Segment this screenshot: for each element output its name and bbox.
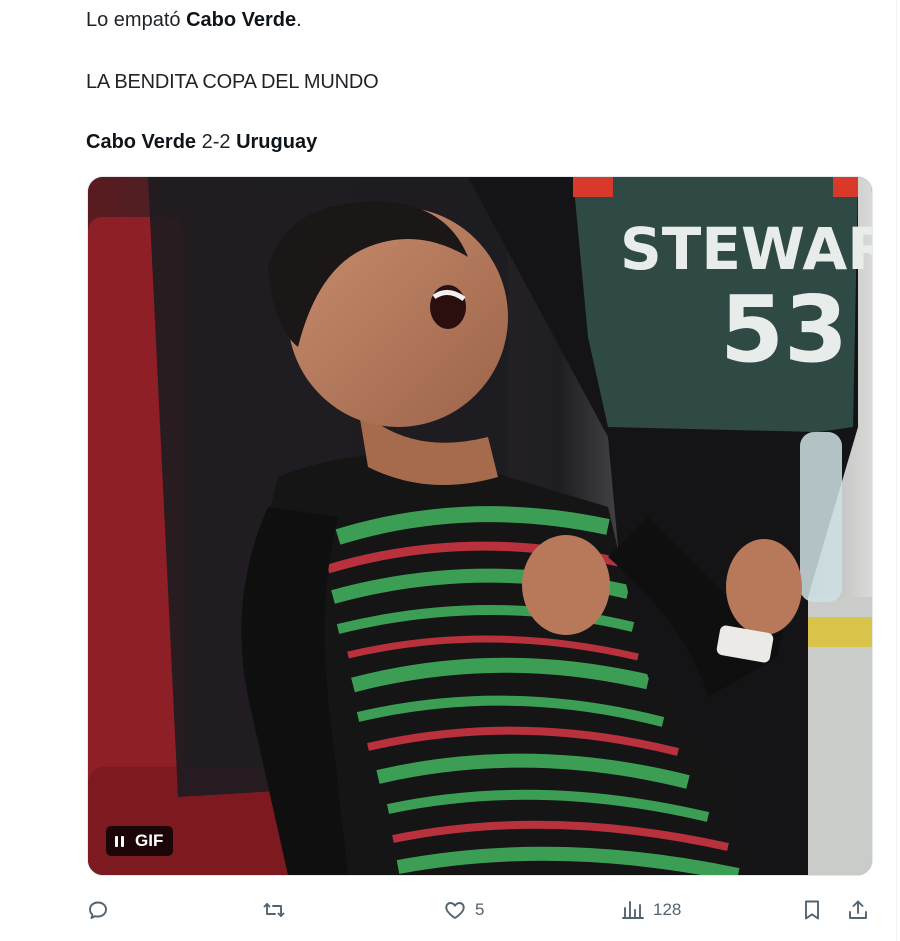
views-button[interactable]: 128 [621, 892, 681, 928]
tweet-text-line-2: LA BENDITA COPA DEL MUNDO [86, 71, 379, 93]
water-bottle [800, 432, 842, 602]
vest-text: STEWAR [620, 215, 872, 283]
share-button[interactable] [846, 892, 870, 928]
tweet-text-line-1: Lo empató Cabo Verde. [86, 9, 302, 31]
mention-cabo-verde: Cabo Verde [186, 9, 297, 31]
score-value: 2-2 [196, 131, 237, 153]
bookmark-icon [805, 900, 819, 920]
views-count: 128 [653, 900, 682, 919]
like-count: 5 [475, 900, 485, 919]
heart-icon [445, 902, 465, 919]
reply-button[interactable] [86, 892, 118, 928]
tweet-score-line: Cabo Verde 2-2 Uruguay [86, 130, 317, 154]
left-fist [522, 535, 610, 635]
timeline-border [896, 0, 897, 941]
tweet-gif-media[interactable]: STEWAR 53 GIF [87, 176, 873, 876]
views-icon [622, 901, 644, 919]
share-icon [849, 900, 867, 919]
gif-label: GIF [135, 831, 164, 850]
reply-icon [89, 901, 107, 919]
tweet-action-bar: 5 128 [0, 892, 900, 928]
vest-number: 53 [720, 276, 848, 383]
gif-badge[interactable]: GIF [106, 826, 174, 856]
gif-frame-illustration: STEWAR 53 [88, 177, 872, 875]
right-fist [726, 539, 802, 635]
retweet-icon [263, 903, 285, 917]
retweet-button[interactable] [262, 892, 294, 928]
score-team-1: Cabo Verde [86, 131, 197, 153]
score-team-2: Uruguay [236, 131, 318, 153]
bookmark-button[interactable] [800, 892, 824, 928]
like-button[interactable]: 5 [443, 892, 484, 928]
pause-icon[interactable] [112, 835, 127, 847]
